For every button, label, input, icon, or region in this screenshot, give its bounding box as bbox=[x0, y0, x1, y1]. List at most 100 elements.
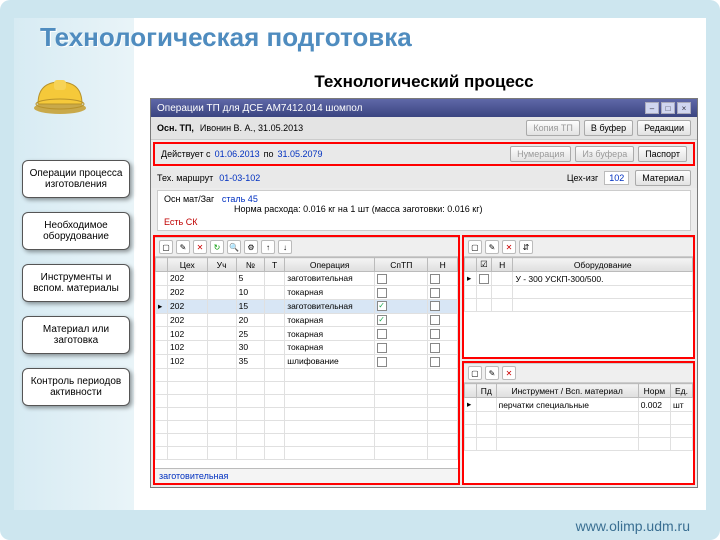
nav-tools[interactable]: Инструменты и вспом. материалы bbox=[22, 264, 130, 302]
close-button[interactable]: × bbox=[677, 102, 691, 114]
col-sptp[interactable]: СпТП bbox=[375, 258, 428, 272]
new-icon[interactable]: ▢ bbox=[159, 240, 173, 254]
nav-material[interactable]: Материал или заготовка bbox=[22, 316, 130, 354]
slide-title: Технологическая подготовка bbox=[40, 22, 412, 53]
col-n[interactable]: Н bbox=[428, 258, 458, 272]
tl-toolbar: ▢ ✎ ✕ bbox=[464, 363, 693, 383]
table-row[interactable]: 10230токарная bbox=[156, 341, 458, 355]
valid-from: 01.06.2013 bbox=[215, 149, 260, 159]
nav-operations[interactable]: Операции процесса изготовления bbox=[22, 160, 130, 198]
copy-tp-button[interactable]: Копия ТП bbox=[526, 120, 580, 136]
mat-value: сталь 45 bbox=[222, 194, 258, 204]
col-op[interactable]: Операция bbox=[285, 258, 375, 272]
tl-new-icon[interactable]: ▢ bbox=[468, 366, 482, 380]
eq-tree-icon[interactable]: ⇵ bbox=[519, 240, 533, 254]
edit-icon[interactable]: ✎ bbox=[176, 240, 190, 254]
passport-button[interactable]: Паспорт bbox=[638, 146, 687, 162]
min-button[interactable]: – bbox=[645, 102, 659, 114]
from-buffer-button[interactable]: Из буфера bbox=[575, 146, 634, 162]
eq-col-name[interactable]: Оборудование bbox=[513, 258, 693, 272]
operations-pane: ▢ ✎ ✕ ↻ 🔍 ⚙ ↑ ↓ Цех Уч № Т bbox=[153, 235, 460, 485]
ops-footer: заготовительная bbox=[155, 468, 458, 483]
content-title: Технологический процесс bbox=[150, 72, 698, 92]
nav-equipment[interactable]: Необходимое оборудование bbox=[22, 212, 130, 250]
titlebar: Операции ТП для ДСЕ АМ7412.014 шомпол – … bbox=[151, 99, 697, 117]
tl-col-pd[interactable]: Пд bbox=[476, 384, 496, 398]
numbering-button[interactable]: Нумерация bbox=[510, 146, 571, 162]
route-value: 01-03-102 bbox=[219, 173, 260, 183]
tl-col-norm[interactable]: Норм bbox=[638, 384, 670, 398]
tl-col-name[interactable]: Инструмент / Всп. материал bbox=[496, 384, 638, 398]
max-button[interactable]: □ bbox=[661, 102, 675, 114]
table-row bbox=[156, 368, 458, 381]
equipment-pane: ▢ ✎ ✕ ⇵ ☑ Н Оборудование ▸У - 300 УСКП-3… bbox=[462, 235, 695, 359]
table-row[interactable]: 10225токарная bbox=[156, 327, 458, 341]
eq-new-icon[interactable]: ▢ bbox=[468, 240, 482, 254]
norm-text: Норма расхода: 0.016 кг на 1 шт (масса з… bbox=[234, 204, 684, 214]
table-row[interactable]: 2025заготовительная bbox=[156, 272, 458, 286]
eq-col-h[interactable]: Н bbox=[491, 258, 513, 272]
table-row[interactable]: ▸перчатки специальные0.002шт bbox=[464, 398, 692, 412]
tools-table[interactable]: Пд Инструмент / Всп. материал Норм Ед. ▸… bbox=[464, 383, 693, 451]
side-nav: Операции процесса изготовления Необходим… bbox=[22, 160, 130, 420]
validity-row: Действует с 01.06.2013 по 31.05.2079 Нум… bbox=[153, 142, 695, 166]
shop-label: Цех-изг bbox=[567, 173, 598, 183]
ops-toolbar: ▢ ✎ ✕ ↻ 🔍 ⚙ ↑ ↓ bbox=[155, 237, 458, 257]
table-row bbox=[464, 438, 692, 451]
material-info: Осн мат/Заг сталь 45 Норма расхода: 0.01… bbox=[157, 190, 691, 231]
col-shop[interactable]: Цех bbox=[168, 258, 208, 272]
down-icon[interactable]: ↓ bbox=[278, 240, 292, 254]
eq-del-icon[interactable]: ✕ bbox=[502, 240, 516, 254]
tools-pane: ▢ ✎ ✕ Пд Инструмент / Всп. материал Норм… bbox=[462, 361, 695, 485]
eq-toolbar: ▢ ✎ ✕ ⇵ bbox=[464, 237, 693, 257]
table-row[interactable]: 20210токарная bbox=[156, 285, 458, 299]
refresh-icon[interactable]: ↻ bbox=[210, 240, 224, 254]
up-icon[interactable]: ↑ bbox=[261, 240, 275, 254]
table-row bbox=[156, 446, 458, 459]
tl-col-unit[interactable]: Ед. bbox=[670, 384, 692, 398]
col-t[interactable]: Т bbox=[265, 258, 285, 272]
helmet-icon bbox=[30, 72, 90, 116]
author-value: Ивонин В. А., 31.05.2013 bbox=[200, 123, 303, 133]
route-label: Тех. маршрут bbox=[157, 173, 213, 183]
search-icon[interactable]: 🔍 bbox=[227, 240, 241, 254]
delete-icon[interactable]: ✕ bbox=[193, 240, 207, 254]
equipment-table[interactable]: ☑ Н Оборудование ▸У - 300 УСКП-300/500. bbox=[464, 257, 693, 312]
header-row-1: Осн. ТП, Ивонин В. А., 31.05.2013 Копия … bbox=[151, 117, 697, 140]
editions-button[interactable]: Редакции bbox=[637, 120, 691, 136]
table-row bbox=[464, 286, 692, 299]
table-row bbox=[464, 412, 692, 425]
table-row bbox=[156, 433, 458, 446]
shop-value: 102 bbox=[604, 171, 629, 185]
table-row[interactable]: 10235шлифование bbox=[156, 354, 458, 368]
mat-label: Осн мат/Заг bbox=[164, 194, 214, 204]
table-row bbox=[156, 381, 458, 394]
filter-icon[interactable]: ⚙ bbox=[244, 240, 258, 254]
table-row[interactable]: ▸20215заготовительная bbox=[156, 299, 458, 313]
col-uch[interactable]: Уч bbox=[207, 258, 236, 272]
tl-del-icon[interactable]: ✕ bbox=[502, 366, 516, 380]
valid-from-label: Действует с bbox=[161, 149, 211, 159]
valid-to: 31.05.2079 bbox=[278, 149, 323, 159]
author-label: Осн. ТП, bbox=[157, 123, 194, 133]
col-no[interactable]: № bbox=[236, 258, 264, 272]
site-url: www.olimp.udm.ru bbox=[576, 518, 690, 534]
nav-activity[interactable]: Контроль периодов активности bbox=[22, 368, 130, 406]
app-window: Операции ТП для ДСЕ АМ7412.014 шомпол – … bbox=[150, 98, 698, 488]
table-row bbox=[156, 394, 458, 407]
table-row bbox=[156, 407, 458, 420]
material-button[interactable]: Материал bbox=[635, 170, 691, 186]
sk-flag: Есть СК bbox=[164, 217, 684, 227]
table-row bbox=[464, 425, 692, 438]
window-title: Операции ТП для ДСЕ АМ7412.014 шомпол bbox=[157, 103, 362, 114]
table-row bbox=[464, 299, 692, 312]
valid-to-label: по bbox=[264, 149, 274, 159]
table-row bbox=[156, 420, 458, 433]
table-row[interactable]: 20220токарная bbox=[156, 313, 458, 327]
to-buffer-button[interactable]: В буфер bbox=[584, 120, 633, 136]
route-row: Тех. маршрут 01-03-102 Цех-изг 102 Матер… bbox=[151, 168, 697, 188]
operations-table[interactable]: Цех Уч № Т Операция СпТП Н 2025заготовит… bbox=[155, 257, 458, 460]
table-row[interactable]: ▸У - 300 УСКП-300/500. bbox=[464, 272, 692, 286]
eq-edit-icon[interactable]: ✎ bbox=[485, 240, 499, 254]
tl-edit-icon[interactable]: ✎ bbox=[485, 366, 499, 380]
